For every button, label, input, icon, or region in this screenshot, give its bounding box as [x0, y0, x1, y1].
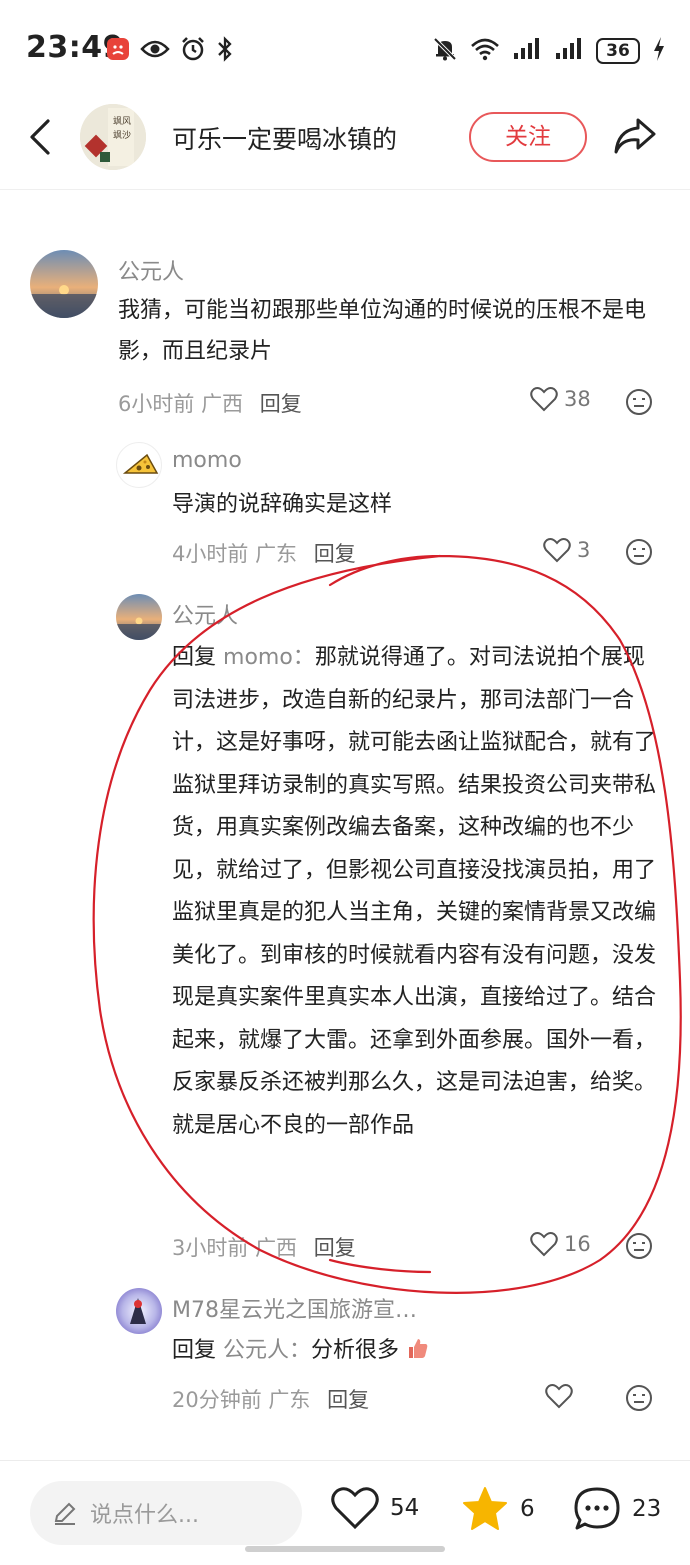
comment: momo 导演的说辞确实是这样 4小时前 广东 回复 3	[0, 440, 690, 580]
comment-meta: 20分钟前 广东 回复	[172, 1384, 369, 1414]
like-count: 16	[564, 1232, 591, 1256]
wifi-icon	[470, 37, 500, 65]
alarm-icon	[180, 36, 206, 66]
dislike-face-icon[interactable]	[625, 388, 653, 416]
post-comment-button[interactable]: 23	[572, 1485, 661, 1533]
heart-icon	[543, 538, 571, 563]
heart-icon	[545, 1384, 573, 1409]
post-header: 飒风 飒沙 可乐一定要喝冰镇的 关注	[0, 100, 690, 190]
svg-text:飒沙: 飒沙	[113, 129, 131, 141]
comment-meta: 6小时前 广西 回复	[118, 388, 302, 418]
reply-prefix: 回复	[172, 1338, 217, 1363]
reply-target[interactable]: momo：	[223, 645, 315, 670]
comment-region: 广东	[255, 542, 298, 566]
reply-target[interactable]: 公元人：	[223, 1338, 311, 1363]
like-button[interactable]	[545, 1383, 579, 1409]
post-comment-count: 23	[632, 1496, 662, 1522]
like-button[interactable]: 16	[530, 1231, 591, 1257]
follow-button[interactable]: 关注	[469, 112, 587, 162]
commenter-avatar[interactable]	[30, 250, 98, 318]
reply-prefix: 回复	[172, 645, 217, 670]
home-indicator[interactable]	[245, 1546, 445, 1552]
pencil-icon	[54, 1502, 76, 1525]
comment: M78星云光之国旅游宣… 回复 公元人：分析很多 20分钟前 广东 回复	[0, 1282, 690, 1422]
like-count: 38	[564, 387, 591, 411]
commenter-name[interactable]: 公元人	[172, 598, 238, 630]
post-star-button[interactable]: 6	[460, 1485, 535, 1533]
comment-region: 广东	[268, 1388, 311, 1412]
back-button[interactable]	[22, 117, 62, 157]
post-like-button[interactable]: 54	[330, 1485, 419, 1531]
comment-body: 那就说得通了。对司法说拍个展现司法进步，改造自新的纪录片，那司法部门一合计，这是…	[172, 645, 657, 1138]
signal-icon	[554, 37, 584, 65]
comment-body: 分析很多	[311, 1338, 400, 1363]
chevron-left-icon	[30, 119, 50, 155]
comment: 公元人 我猜，可能当初跟那些单位沟通的时候说的压根不是电影，而且纪录片 6小时前…	[0, 240, 690, 430]
comment-text: 导演的说辞确实是这样	[172, 492, 393, 517]
comment-meta: 3小时前 广西 回复	[172, 1232, 356, 1262]
comment-text: 我猜，可能当初跟那些单位沟通的时候说的压根不是电影，而且纪录片	[118, 298, 647, 364]
dislike-face-icon[interactable]	[625, 1384, 653, 1412]
thumbs-up-emoji-icon	[406, 1333, 430, 1374]
status-bar: 23:49 36	[0, 0, 690, 100]
share-button[interactable]	[612, 116, 658, 158]
star-icon	[463, 1487, 507, 1530]
post-star-count: 6	[520, 1496, 535, 1522]
comment-meta: 4小时前 广东 回复	[172, 538, 356, 568]
share-icon	[614, 118, 656, 154]
reply-button[interactable]: 回复	[314, 1236, 356, 1260]
mute-bell-icon	[432, 36, 458, 66]
comment-time: 3小时前	[172, 1236, 249, 1260]
comment-time: 6小时前	[118, 392, 195, 416]
author-name[interactable]: 可乐一定要喝冰镇的	[172, 120, 397, 156]
comment-text: 回复 公元人：分析很多	[172, 1330, 652, 1374]
reply-button[interactable]: 回复	[314, 542, 356, 566]
like-button[interactable]: 38	[530, 386, 591, 412]
like-button[interactable]: 3	[543, 537, 590, 563]
author-avatar[interactable]: 飒风 飒沙	[80, 104, 146, 170]
red-app-notification-icon	[106, 37, 130, 65]
comment-time: 20分钟前	[172, 1388, 262, 1412]
charging-icon	[652, 36, 666, 66]
comment-bubble-icon	[574, 1487, 620, 1530]
svg-text:飒风: 飒风	[113, 115, 131, 127]
commenter-avatar[interactable]	[116, 442, 162, 488]
eye-icon	[140, 37, 170, 65]
commenter-name[interactable]: momo	[172, 448, 242, 473]
reply-button[interactable]: 回复	[260, 392, 302, 416]
dislike-face-icon[interactable]	[625, 538, 653, 566]
heart-icon	[331, 1487, 379, 1530]
comment-region: 广西	[255, 1236, 298, 1260]
post-like-count: 54	[390, 1495, 420, 1521]
dislike-face-icon[interactable]	[625, 1232, 653, 1260]
commenter-name[interactable]: 公元人	[118, 254, 184, 286]
like-count: 3	[577, 538, 591, 562]
bluetooth-icon	[216, 36, 234, 66]
comment-time: 4小时前	[172, 542, 249, 566]
comment-region: 广西	[201, 392, 244, 416]
comment-input-placeholder: 说点什么...	[90, 1503, 199, 1528]
commenter-avatar[interactable]	[116, 594, 162, 640]
heart-icon	[530, 387, 558, 412]
comment: 公元人 回复 momo：那就说得通了。对司法说拍个展现司法进步，改造自新的纪录片…	[0, 590, 690, 1280]
heart-icon	[530, 1232, 558, 1257]
commenter-avatar[interactable]	[116, 1288, 162, 1334]
signal-icon	[512, 37, 542, 65]
battery-indicator: 36	[596, 38, 640, 64]
commenter-name[interactable]: M78星云光之国旅游宣…	[172, 1292, 417, 1324]
reply-button[interactable]: 回复	[327, 1388, 369, 1412]
comment-text: 回复 momo：那就说得通了。对司法说拍个展现司法进步，改造自新的纪录片，那司法…	[172, 637, 662, 1147]
comment-input[interactable]: 说点什么...	[30, 1481, 302, 1545]
